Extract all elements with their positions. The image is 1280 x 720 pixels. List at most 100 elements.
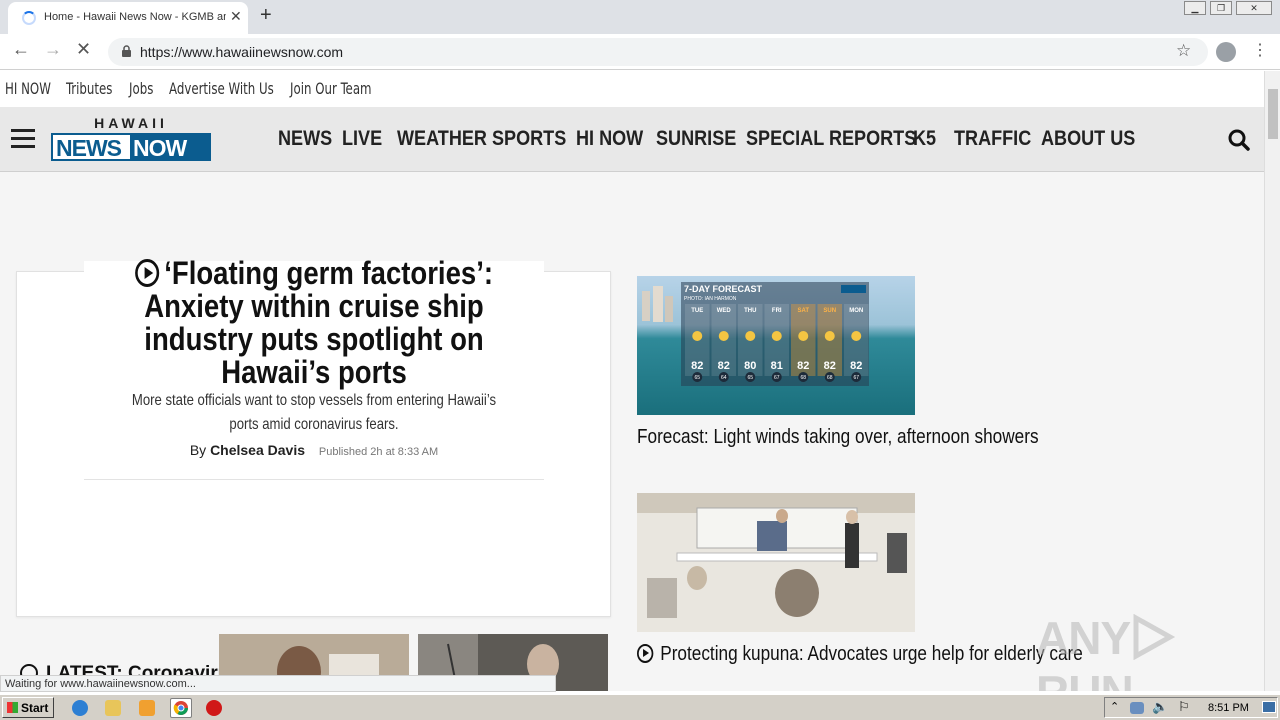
forward-arrow-icon[interactable]: → — [44, 39, 62, 60]
hero-subtitle: More state officials want to stop vessel… — [84, 389, 544, 437]
nav-live[interactable]: LIVE — [342, 127, 382, 151]
windows-taskbar: Start ⌃ 🔈 ⚐ 8:51 PM — [0, 694, 1280, 720]
url-text: https://www.hawaiinewsnow.com — [140, 44, 344, 60]
forecast-day-label: MON — [849, 308, 863, 314]
divider — [84, 479, 544, 480]
lock-icon — [122, 45, 131, 57]
action-center-flag-icon[interactable]: ⚐ — [1178, 699, 1190, 715]
forecast-high: 82 — [850, 360, 862, 372]
chrome-icon — [173, 701, 188, 715]
logo-hawaii-text: HAWAII — [94, 115, 168, 131]
show-desktop-icon[interactable] — [1262, 701, 1276, 713]
logo-now-text: NOW — [133, 135, 187, 161]
forecast-photo-credit: PHOTO: IAN HARMON — [684, 296, 737, 302]
weather-sun-icon — [851, 331, 862, 341]
address-bar[interactable]: https://www.hawaiinewsnow.com ☆ — [108, 38, 1208, 66]
forecast-low: 68 — [827, 375, 833, 381]
browser-menu-icon[interactable]: ⋮ — [1252, 40, 1268, 60]
new-tab-icon[interactable]: + — [260, 4, 272, 27]
video-play-icon — [637, 644, 654, 663]
browser-tab[interactable]: Home - Hawaii News Now - KGMB and KHNL ✕ — [8, 2, 248, 34]
close-tab-icon[interactable]: ✕ — [230, 8, 242, 25]
nav-k5[interactable]: K5 — [913, 127, 936, 151]
byline-by: By — [189, 442, 207, 458]
restore-window-button[interactable]: ❐ — [1210, 1, 1232, 15]
story-photo — [637, 493, 915, 632]
tab-title: Home - Hawaii News Now - KGMB and KHNL — [44, 11, 226, 23]
forecast-high: 80 — [744, 360, 756, 372]
byline-author[interactable]: Chelsea Davis — [210, 442, 305, 458]
profile-avatar-icon[interactable] — [1216, 42, 1236, 62]
nav-sunrise[interactable]: SUNRISE — [656, 127, 736, 151]
story-headline-text: Forecast: Light winds taking over, after… — [637, 426, 1039, 448]
network-icon[interactable] — [1130, 702, 1144, 714]
nav-traffic[interactable]: TRAFFIC — [954, 127, 1031, 151]
forecast-days: TUE 82 65 WED 82 64 THU 80 65 FRI 81 67 SAT 82 68 SUN 82… — [685, 304, 869, 382]
forecast-day-label: WED — [717, 308, 732, 314]
story-image-kupuna[interactable] — [637, 493, 915, 632]
hamburger-menu-icon[interactable] — [11, 129, 35, 149]
taskbar-clock: 8:51 PM — [1208, 702, 1249, 714]
forecast-low: 65 — [694, 375, 700, 381]
minimize-window-button[interactable]: ▁ — [1184, 1, 1206, 15]
utility-link-hi-now[interactable]: HI NOW — [5, 79, 51, 98]
weather-sun-icon — [771, 331, 782, 341]
hero-headline-text: ‘Floating germ factories’: Anxiety withi… — [144, 255, 494, 390]
forecast-low: 64 — [721, 375, 727, 381]
close-window-button[interactable]: ✕ — [1236, 1, 1272, 15]
forecast-low: 67 — [774, 375, 780, 381]
forecast-heading: 7-DAY FORECAST — [684, 284, 763, 294]
media-player-icon[interactable] — [139, 700, 155, 716]
logo-news-text: NEWS — [56, 135, 122, 161]
browser-status-bar: Waiting for www.hawaiinewsnow.com... — [0, 675, 556, 692]
stop-loading-icon[interactable]: ✕ — [76, 39, 91, 60]
video-play-icon — [134, 259, 160, 287]
utility-link-tributes[interactable]: Tributes — [66, 79, 112, 98]
chrome-taskbar-button[interactable] — [170, 698, 192, 718]
utility-link-jobs[interactable]: Jobs — [129, 79, 153, 98]
nav-special-reports[interactable]: SPECIAL REPORTS — [746, 127, 916, 151]
anyrun-watermark: ANYRUN — [1036, 611, 1264, 691]
nav-news[interactable]: NEWS — [278, 127, 332, 151]
story-headline[interactable]: Protecting kupuna: Advocates urge help f… — [637, 642, 1083, 666]
byline-published-time: Published 2h at 8:33 AM — [318, 446, 439, 458]
weather-sun-icon — [692, 331, 703, 341]
page-viewport: HI NOW Tributes Jobs Advertise With Us J… — [0, 71, 1264, 691]
volume-icon[interactable]: 🔈 — [1152, 699, 1168, 715]
story-headline[interactable]: Forecast: Light winds taking over, after… — [637, 425, 1039, 449]
windows-logo-icon — [7, 702, 18, 713]
play-logo-icon — [1133, 613, 1176, 661]
forecast-high: 82 — [691, 360, 703, 372]
forecast-high: 81 — [771, 360, 783, 372]
forecast-graphic: 7-DAY FORECAST PHOTO: IAN HARMON TUE 82 65… — [637, 276, 915, 415]
internet-explorer-icon[interactable] — [72, 700, 88, 716]
story-image-forecast[interactable]: 7-DAY FORECAST PHOTO: IAN HARMON TUE 82 65… — [637, 276, 915, 415]
opera-icon[interactable] — [206, 700, 222, 716]
forecast-high: 82 — [797, 360, 809, 372]
nav-about-us[interactable]: ABOUT US — [1041, 127, 1135, 151]
weather-sun-icon — [824, 331, 835, 341]
forecast-day-label: FRI — [772, 308, 782, 314]
start-button[interactable]: Start — [2, 697, 54, 718]
utility-link-join-our-team[interactable]: Join Our Team — [290, 79, 372, 98]
utility-link-advertise[interactable]: Advertise With Us — [169, 79, 274, 98]
back-arrow-icon[interactable]: ← — [12, 39, 30, 60]
scrollbar-thumb[interactable] — [1268, 89, 1278, 139]
nav-weather[interactable]: WEATHER — [397, 127, 487, 151]
nav-sports[interactable]: SPORTS — [492, 127, 566, 151]
search-icon[interactable] — [1228, 129, 1250, 151]
forecast-day-label: THU — [744, 308, 756, 314]
page-scrollbar[interactable] — [1264, 71, 1280, 691]
forecast-low: 65 — [747, 375, 753, 381]
nav-hi-now[interactable]: HI NOW — [576, 127, 643, 151]
browser-toolbar: ← → ✕ https://www.hawaiinewsnow.com ☆ — [0, 34, 1280, 70]
forecast-day-label: SUN — [823, 308, 836, 314]
site-logo[interactable]: HAWAII NEWS NOW — [51, 115, 211, 161]
weather-sun-icon — [745, 331, 756, 341]
hero-headline[interactable]: ‘Floating germ factories’: Anxiety withi… — [84, 257, 544, 389]
story-headline-text: Protecting kupuna: Advocates urge help f… — [660, 643, 1083, 665]
tray-expand-icon[interactable]: ⌃ — [1110, 700, 1119, 713]
bookmark-star-icon[interactable]: ☆ — [1176, 41, 1191, 61]
folder-icon[interactable] — [105, 700, 121, 716]
utility-nav: HI NOW Tributes Jobs Advertise With Us J… — [0, 71, 1264, 107]
